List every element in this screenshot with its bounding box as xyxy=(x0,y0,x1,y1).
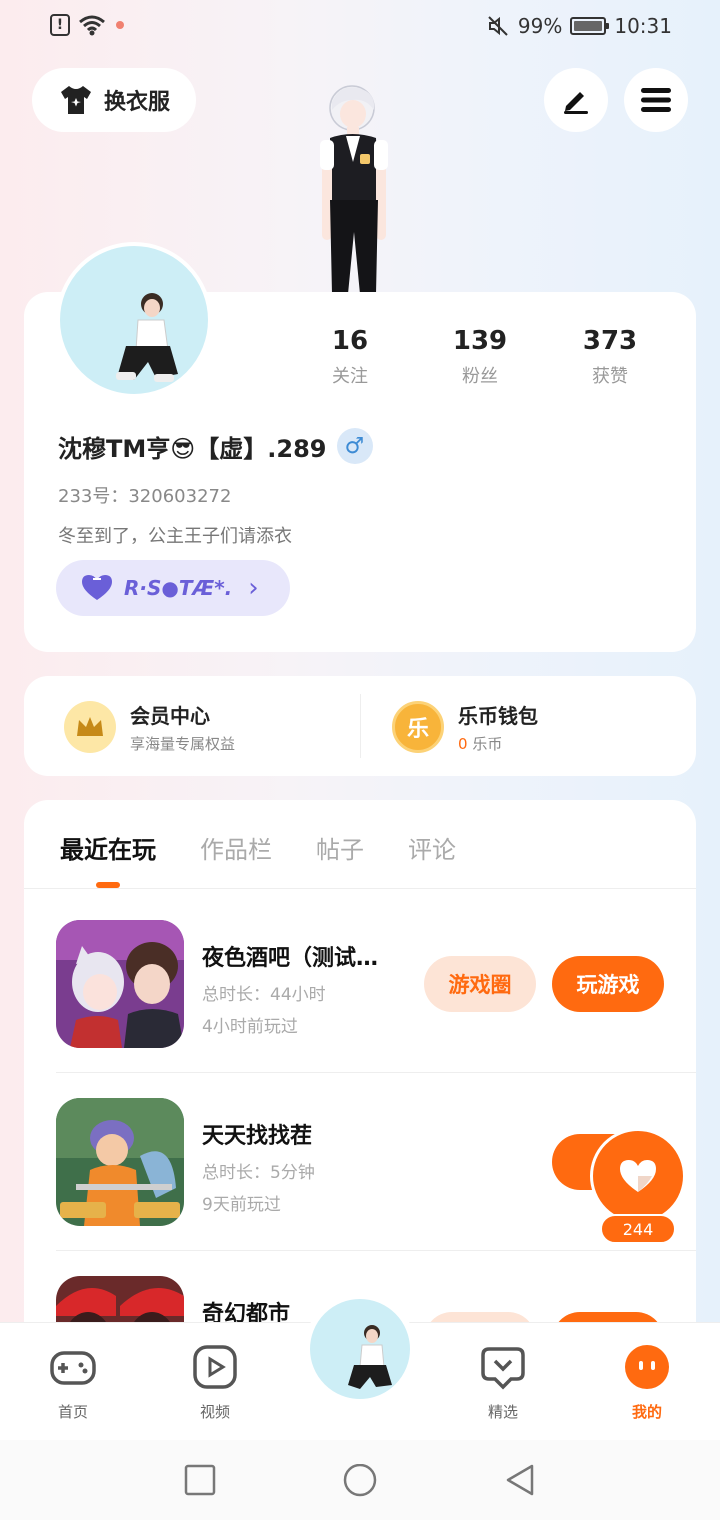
tabs-divider xyxy=(24,888,696,889)
bottom-navigation: 首页 视频 精选 我的 xyxy=(0,1293,720,1440)
stat-following-value: 16 xyxy=(331,326,369,356)
nav-home[interactable]: 首页 xyxy=(28,1343,118,1422)
row-divider xyxy=(56,1072,696,1073)
tab-works[interactable]: 作品栏 xyxy=(200,830,272,865)
tab-comments[interactable]: 评论 xyxy=(408,830,456,865)
stat-followers-label: 粉丝 xyxy=(462,366,498,387)
coin-balance: 0 乐币 xyxy=(458,733,538,754)
stat-following[interactable]: 16 关注 xyxy=(310,326,390,388)
game-thumbnail xyxy=(56,1098,184,1226)
profile-stats: 16 关注 139 粉丝 373 获赞 xyxy=(280,326,680,388)
recent-apps-icon[interactable] xyxy=(184,1464,216,1496)
stat-followers[interactable]: 139 粉丝 xyxy=(440,326,520,388)
game-title: 天天找找茬 xyxy=(202,1124,313,1149)
username: 沈穆TM亨😎【虚】.289 xyxy=(58,434,327,463)
avatar-image xyxy=(116,293,178,382)
like-count: 244 xyxy=(600,1214,676,1244)
notification-dot-icon xyxy=(116,21,124,29)
game-total-time: 总时长：44小时 xyxy=(202,985,326,1005)
battery-icon xyxy=(570,17,610,35)
game-total-time: 总时长：5分钟 xyxy=(202,1163,315,1183)
menu-button[interactable] xyxy=(624,68,688,132)
nav-video[interactable]: 视频 xyxy=(170,1343,260,1422)
game-circle-button[interactable]: 游戏圈 xyxy=(424,956,536,1012)
game-title: 夜色酒吧（测试… xyxy=(202,946,379,971)
clock: 10:31 xyxy=(614,14,672,38)
game-last-played: 9天前玩过 xyxy=(202,1195,281,1215)
heart-icon xyxy=(620,1160,656,1192)
change-outfit-label: 换衣服 xyxy=(103,90,170,115)
home-icon[interactable] xyxy=(342,1464,378,1500)
change-outfit-button[interactable]: 换衣服 xyxy=(32,68,196,132)
like-button[interactable] xyxy=(590,1128,686,1224)
le-coin-icon: 乐 xyxy=(392,701,444,753)
vip-title: 会员中心 xyxy=(130,704,210,728)
nav-video-label: 视频 xyxy=(199,1403,230,1421)
game-list-item[interactable]: 夜色酒吧（测试… 总时长：44小时 4小时前玩过 游戏圈 玩游戏 xyxy=(56,920,696,1096)
mute-icon xyxy=(488,16,508,36)
nav-featured-label: 精选 xyxy=(487,1403,518,1421)
nav-profile-label: 我的 xyxy=(631,1403,662,1421)
nav-profile[interactable]: 我的 xyxy=(602,1343,692,1422)
nav-featured[interactable]: 精选 xyxy=(458,1343,548,1422)
purple-heart-icon xyxy=(82,575,112,600)
coin-unit: 乐币 xyxy=(472,735,503,753)
wallet-card: 会员中心 享海量专属权益 乐 乐币钱包 0 乐币 xyxy=(24,676,696,776)
vip-subtitle: 享海量专属权益 xyxy=(130,735,236,753)
wifi-icon xyxy=(79,15,105,36)
game-last-played: 4小时前玩过 xyxy=(202,1017,298,1037)
crown-icon xyxy=(64,701,116,753)
tshirt-icon xyxy=(60,86,91,114)
play-game-button[interactable]: 玩游戏 xyxy=(552,956,664,1012)
stat-following-label: 关注 xyxy=(332,366,368,387)
club-badge-button[interactable]: R·S●TÆ*. › xyxy=(56,560,290,616)
stat-likes[interactable]: 373 获赞 xyxy=(570,326,650,388)
vip-center-entry[interactable]: 会员中心 享海量专属权益 xyxy=(64,700,235,754)
video-icon xyxy=(193,1345,237,1389)
heart-chat-icon xyxy=(481,1347,525,1390)
avatar-character-figure[interactable] xyxy=(300,82,400,294)
tab-recently-played[interactable]: 最近在玩 xyxy=(60,830,156,865)
stat-likes-label: 获赞 xyxy=(592,366,628,387)
pen-icon xyxy=(564,92,588,114)
profile-avatar[interactable] xyxy=(56,242,212,398)
coin-wallet-entry[interactable]: 乐 乐币钱包 0 乐币 xyxy=(392,700,538,754)
nav-home-label: 首页 xyxy=(57,1403,88,1421)
coin-amount: 0 xyxy=(458,735,468,753)
status-bar: ! 99% 10:31 xyxy=(0,0,720,56)
back-icon[interactable] xyxy=(504,1464,536,1498)
gamepad-icon xyxy=(50,1351,96,1385)
stat-likes-value: 373 xyxy=(582,326,638,356)
male-gender-icon: ♂ xyxy=(336,428,373,464)
profile-face-icon xyxy=(625,1345,669,1389)
tab-posts[interactable]: 帖子 xyxy=(316,830,364,865)
game-thumbnail xyxy=(56,920,184,1048)
club-name: R·S●TÆ*. xyxy=(124,576,233,600)
coin-title: 乐币钱包 xyxy=(458,704,538,728)
stat-followers-value: 139 xyxy=(452,326,508,356)
system-navigation-bar xyxy=(0,1440,720,1520)
user-id[interactable]: 233号：320603272 xyxy=(58,482,231,508)
chevron-right-icon: › xyxy=(248,573,259,603)
avatar-image xyxy=(348,1325,392,1389)
content-tabs: 最近在玩 作品栏 帖子 评论 xyxy=(60,830,456,865)
battery-percent: 99% xyxy=(517,14,563,38)
wallet-divider xyxy=(360,694,361,758)
username-row: 沈穆TM亨😎【虚】.289 ♂ xyxy=(58,428,373,464)
row-divider xyxy=(56,1250,696,1251)
nav-avatar-button[interactable] xyxy=(304,1293,416,1405)
alert-icon: ! xyxy=(50,14,70,36)
menu-icon xyxy=(641,88,671,112)
edit-profile-button[interactable] xyxy=(544,68,608,132)
user-bio: 冬至到了，公主王子们请添衣 xyxy=(58,526,292,547)
